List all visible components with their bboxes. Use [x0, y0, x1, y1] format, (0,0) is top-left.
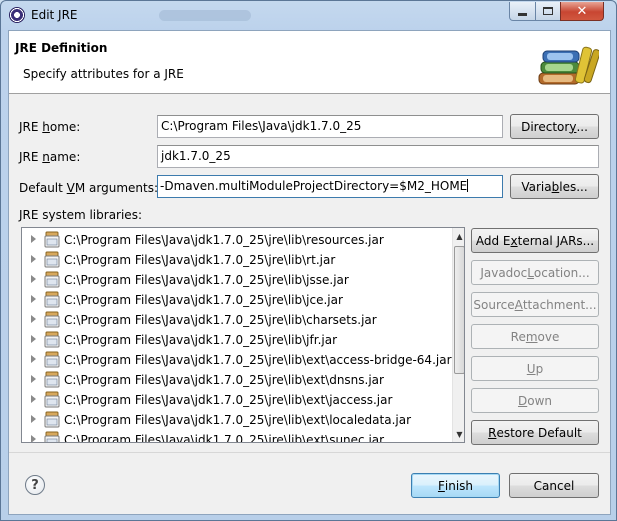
close-icon: ✕ [576, 3, 588, 19]
maximize-icon [543, 7, 553, 15]
library-path: C:\Program Files\Java\jdk1.7.0_25\jre\li… [64, 273, 349, 287]
minimize-button[interactable] [509, 2, 536, 21]
window-title: Edit JRE [31, 8, 78, 22]
remove-button[interactable]: Re m ove [471, 324, 599, 349]
add-external-jars-button[interactable]: Add Ex ternal JARs... [471, 228, 599, 253]
library-row[interactable]: C:\Program Files\Java\jdk1.7.0_25\jre\li… [22, 330, 452, 350]
source-attachment-button[interactable]: Source Attachment... [471, 292, 599, 317]
library-row[interactable]: C:\Program Files\Java\jdk1.7.0_25\jre\li… [22, 230, 452, 250]
jar-icon [44, 291, 60, 308]
scroll-up-arrow-icon[interactable]: ▲ [453, 229, 464, 243]
title-bar[interactable]: Edit JRE ✕ [1, 1, 616, 30]
expand-arrow-icon[interactable] [31, 415, 36, 423]
up-button[interactable]: Up [471, 356, 599, 381]
jar-icon [44, 331, 60, 348]
library-path: C:\Program Files\Java\jdk1.7.0_25\jre\li… [64, 253, 336, 267]
scrollbar-thumb[interactable] [454, 246, 464, 374]
library-path: C:\Program Files\Java\jdk1.7.0_25\jre\li… [64, 233, 384, 247]
jar-icon [44, 351, 60, 368]
jar-icon [44, 251, 60, 268]
jre-name-label: JRE name: [19, 150, 81, 164]
vm-arguments-input[interactable]: -Dmaven.multiModuleProjectDirectory=$M2_… [157, 175, 503, 198]
edit-jre-window: Edit JRE ✕ JRE Definition Specify attrib… [0, 0, 617, 521]
jre-libraries-label: JRE system libraries: [19, 208, 142, 222]
minimize-icon [518, 12, 527, 16]
library-row[interactable]: C:\Program Files\Java\jdk1.7.0_25\jre\li… [22, 370, 452, 390]
vertical-scrollbar[interactable]: ▲ ▼ [452, 228, 464, 442]
scroll-down-arrow-icon[interactable]: ▼ [453, 427, 464, 441]
dialog-client-area: JRE Definition Specify attributes for a … [8, 30, 611, 515]
footer-separator [9, 452, 610, 453]
library-row[interactable]: C:\Program Files\Java\jdk1.7.0_25\jre\li… [22, 430, 452, 443]
jre-name-input[interactable]: jdk1.7.0_25 [157, 145, 599, 168]
jar-icon [44, 231, 60, 248]
jar-icon [44, 411, 60, 428]
books-icon [538, 46, 599, 85]
banner-subtitle: Specify attributes for a JRE [23, 67, 184, 81]
library-path: C:\Program Files\Java\jdk1.7.0_25\jre\li… [64, 433, 385, 443]
expand-arrow-icon[interactable] [31, 315, 36, 323]
library-path: C:\Program Files\Java\jdk1.7.0_25\jre\li… [64, 353, 452, 367]
library-row[interactable]: C:\Program Files\Java\jdk1.7.0_25\jre\li… [22, 290, 452, 310]
libraries-tree[interactable]: ▲ ▼ C:\Program Files\Java\jdk1.7.0_25\jr… [21, 227, 465, 443]
title-blur-decoration [159, 10, 251, 21]
expand-arrow-icon[interactable] [31, 255, 36, 263]
expand-arrow-icon[interactable] [31, 355, 36, 363]
expand-arrow-icon[interactable] [31, 275, 36, 283]
jar-icon [44, 271, 60, 288]
library-path: C:\Program Files\Java\jdk1.7.0_25\jre\li… [64, 333, 338, 347]
variables-button[interactable]: Varia b les... [510, 174, 599, 199]
library-row[interactable]: C:\Program Files\Java\jdk1.7.0_25\jre\li… [22, 350, 452, 370]
library-path: C:\Program Files\Java\jdk1.7.0_25\jre\li… [64, 293, 343, 307]
jar-icon [44, 371, 60, 388]
down-button[interactable]: Down [471, 388, 599, 413]
cancel-button[interactable]: Cancel [509, 473, 599, 498]
expand-arrow-icon[interactable] [31, 395, 36, 403]
library-path: C:\Program Files\Java\jdk1.7.0_25\jre\li… [64, 313, 377, 327]
maximize-button[interactable] [535, 2, 561, 21]
jar-icon [44, 311, 60, 328]
text-caret [467, 179, 469, 192]
library-row[interactable]: C:\Program Files\Java\jdk1.7.0_25\jre\li… [22, 410, 452, 430]
vm-arguments-label: Default VM arguments: [19, 181, 159, 195]
close-button[interactable]: ✕ [560, 2, 604, 21]
jre-home-input[interactable]: C:\Program Files\Java\jdk1.7.0_25 [157, 115, 503, 138]
expand-arrow-icon[interactable] [31, 295, 36, 303]
finish-button[interactable]: Finish [411, 473, 500, 498]
banner-title: JRE Definition [15, 41, 108, 55]
library-path: C:\Program Files\Java\jdk1.7.0_25\jre\li… [64, 413, 412, 427]
library-path: C:\Program Files\Java\jdk1.7.0_25\jre\li… [64, 373, 384, 387]
expand-arrow-icon[interactable] [31, 435, 36, 442]
jre-home-label: JRE home: [19, 120, 81, 134]
help-icon[interactable]: ? [25, 475, 45, 495]
jar-icon [44, 391, 60, 408]
library-path: C:\Program Files\Java\jdk1.7.0_25\jre\li… [64, 393, 393, 407]
eclipse-icon [9, 7, 25, 23]
library-row[interactable]: C:\Program Files\Java\jdk1.7.0_25\jre\li… [22, 250, 452, 270]
restore-default-button[interactable]: Restore Default [471, 420, 599, 445]
expand-arrow-icon[interactable] [31, 375, 36, 383]
banner: JRE Definition Specify attributes for a … [9, 31, 610, 94]
expand-arrow-icon[interactable] [31, 335, 36, 343]
expand-arrow-icon[interactable] [31, 235, 36, 243]
library-row[interactable]: C:\Program Files\Java\jdk1.7.0_25\jre\li… [22, 390, 452, 410]
directory-button[interactable]: Director y... [510, 114, 599, 139]
library-row[interactable]: C:\Program Files\Java\jdk1.7.0_25\jre\li… [22, 270, 452, 290]
library-row[interactable]: C:\Program Files\Java\jdk1.7.0_25\jre\li… [22, 310, 452, 330]
jar-icon [44, 431, 60, 442]
javadoc-location-button[interactable]: Javadoc Location... [471, 260, 599, 285]
